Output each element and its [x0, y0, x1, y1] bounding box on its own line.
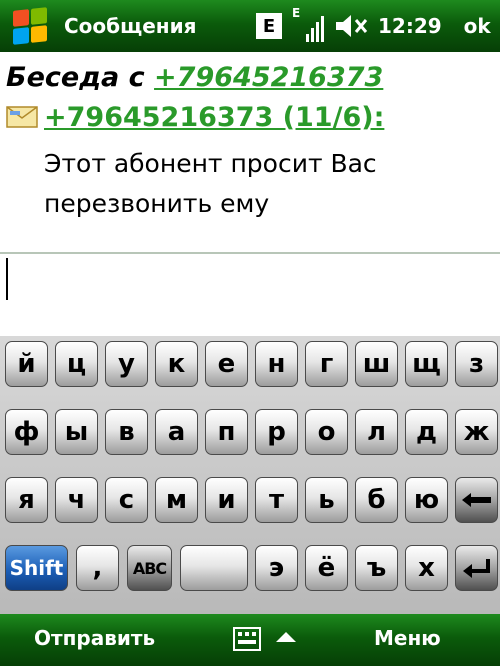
comma-key[interactable]: , [76, 545, 119, 591]
volume-icon[interactable] [334, 11, 368, 41]
abc-key[interactable]: ABC [127, 545, 172, 591]
key[interactable]: в [105, 409, 148, 455]
edge-network-icon[interactable]: E [256, 13, 282, 39]
key[interactable]: л [355, 409, 398, 455]
enter-arrow-icon [462, 559, 490, 578]
message-line: Этот абонент просит Вас [44, 149, 377, 178]
key[interactable]: г [305, 341, 348, 387]
start-button[interactable] [0, 0, 60, 52]
key[interactable]: п [205, 409, 248, 455]
softkey-bar: Отправить Меню [0, 614, 500, 666]
key[interactable]: м [155, 477, 198, 523]
key[interactable]: ъ [355, 545, 398, 591]
windows-logo-icon [13, 7, 47, 45]
key[interactable]: б [355, 477, 398, 523]
signal-badge: E [292, 6, 301, 20]
signal-strength-icon[interactable]: E [292, 6, 324, 46]
key[interactable]: е [205, 341, 248, 387]
heading-prefix: Беседа с [6, 62, 155, 93]
key[interactable]: р [255, 409, 298, 455]
space-key[interactable] [180, 545, 248, 591]
enter-key[interactable] [455, 545, 498, 591]
key[interactable]: э [255, 545, 298, 591]
message-sender[interactable]: +79645216373 (11/6): [44, 102, 384, 133]
shift-key[interactable]: Shift [5, 545, 68, 591]
conversation-view: Беседа с +79645216373 +79645216373 (11/6… [0, 52, 500, 252]
key[interactable]: а [155, 409, 198, 455]
backspace-arrow-icon [461, 493, 491, 507]
ok-button[interactable]: ok [464, 14, 491, 38]
key[interactable]: т [255, 477, 298, 523]
key[interactable]: с [105, 477, 148, 523]
key[interactable]: о [305, 409, 348, 455]
message-input[interactable] [0, 254, 500, 336]
key[interactable]: ш [355, 341, 398, 387]
key[interactable]: ь [305, 477, 348, 523]
menu-softkey[interactable]: Меню [374, 626, 441, 650]
status-bar: Сообщения E E 12:29 ok [0, 0, 500, 52]
key[interactable]: ф [5, 409, 48, 455]
envelope-icon [6, 106, 38, 128]
backspace-key[interactable] [455, 477, 498, 523]
key[interactable]: д [405, 409, 448, 455]
keyboard-toggle-icon[interactable] [232, 622, 302, 658]
key[interactable]: щ [405, 341, 448, 387]
contact-number-link[interactable]: +79645216373 [154, 62, 383, 93]
key[interactable]: ё [305, 545, 348, 591]
app-title: Сообщения [64, 14, 197, 38]
key[interactable]: у [105, 341, 148, 387]
conversation-heading: Беседа с +79645216373 [6, 62, 383, 93]
send-softkey[interactable]: Отправить [34, 626, 155, 650]
key[interactable]: и [205, 477, 248, 523]
key[interactable]: к [155, 341, 198, 387]
key[interactable]: ж [455, 409, 498, 455]
key[interactable]: я [5, 477, 48, 523]
text-cursor [6, 258, 8, 300]
clock[interactable]: 12:29 [378, 14, 442, 38]
message-body: Этот абонент просит Вас перезвонить ему [44, 144, 484, 224]
key[interactable]: ц [55, 341, 98, 387]
key[interactable]: н [255, 341, 298, 387]
key[interactable]: ы [55, 409, 98, 455]
key[interactable]: ю [405, 477, 448, 523]
on-screen-keyboard: й ц у к е н г ш щ з ф ы в а п р о л д ж … [0, 336, 500, 614]
key[interactable]: х [405, 545, 448, 591]
key[interactable]: з [455, 341, 498, 387]
key[interactable]: ч [55, 477, 98, 523]
key[interactable]: й [5, 341, 48, 387]
message-line: перезвонить ему [44, 189, 270, 218]
